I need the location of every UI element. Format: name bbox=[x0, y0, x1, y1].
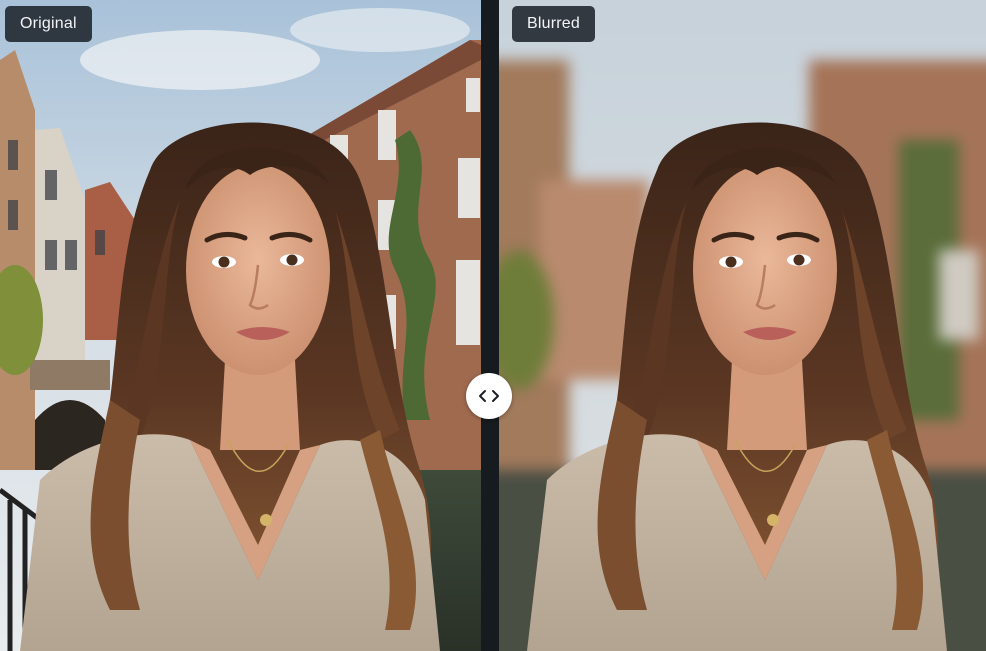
blurred-image bbox=[499, 0, 986, 651]
comparison-slider-handle[interactable] bbox=[466, 373, 512, 419]
original-photo bbox=[0, 0, 481, 651]
comparison-stage: Original Blurred bbox=[0, 0, 986, 651]
chevron-left-right-icon bbox=[479, 390, 499, 402]
comparison-divider[interactable] bbox=[481, 0, 499, 651]
original-label: Original bbox=[5, 6, 92, 42]
blurred-photo bbox=[499, 0, 986, 651]
original-image bbox=[0, 0, 481, 651]
blurred-label: Blurred bbox=[512, 6, 595, 42]
